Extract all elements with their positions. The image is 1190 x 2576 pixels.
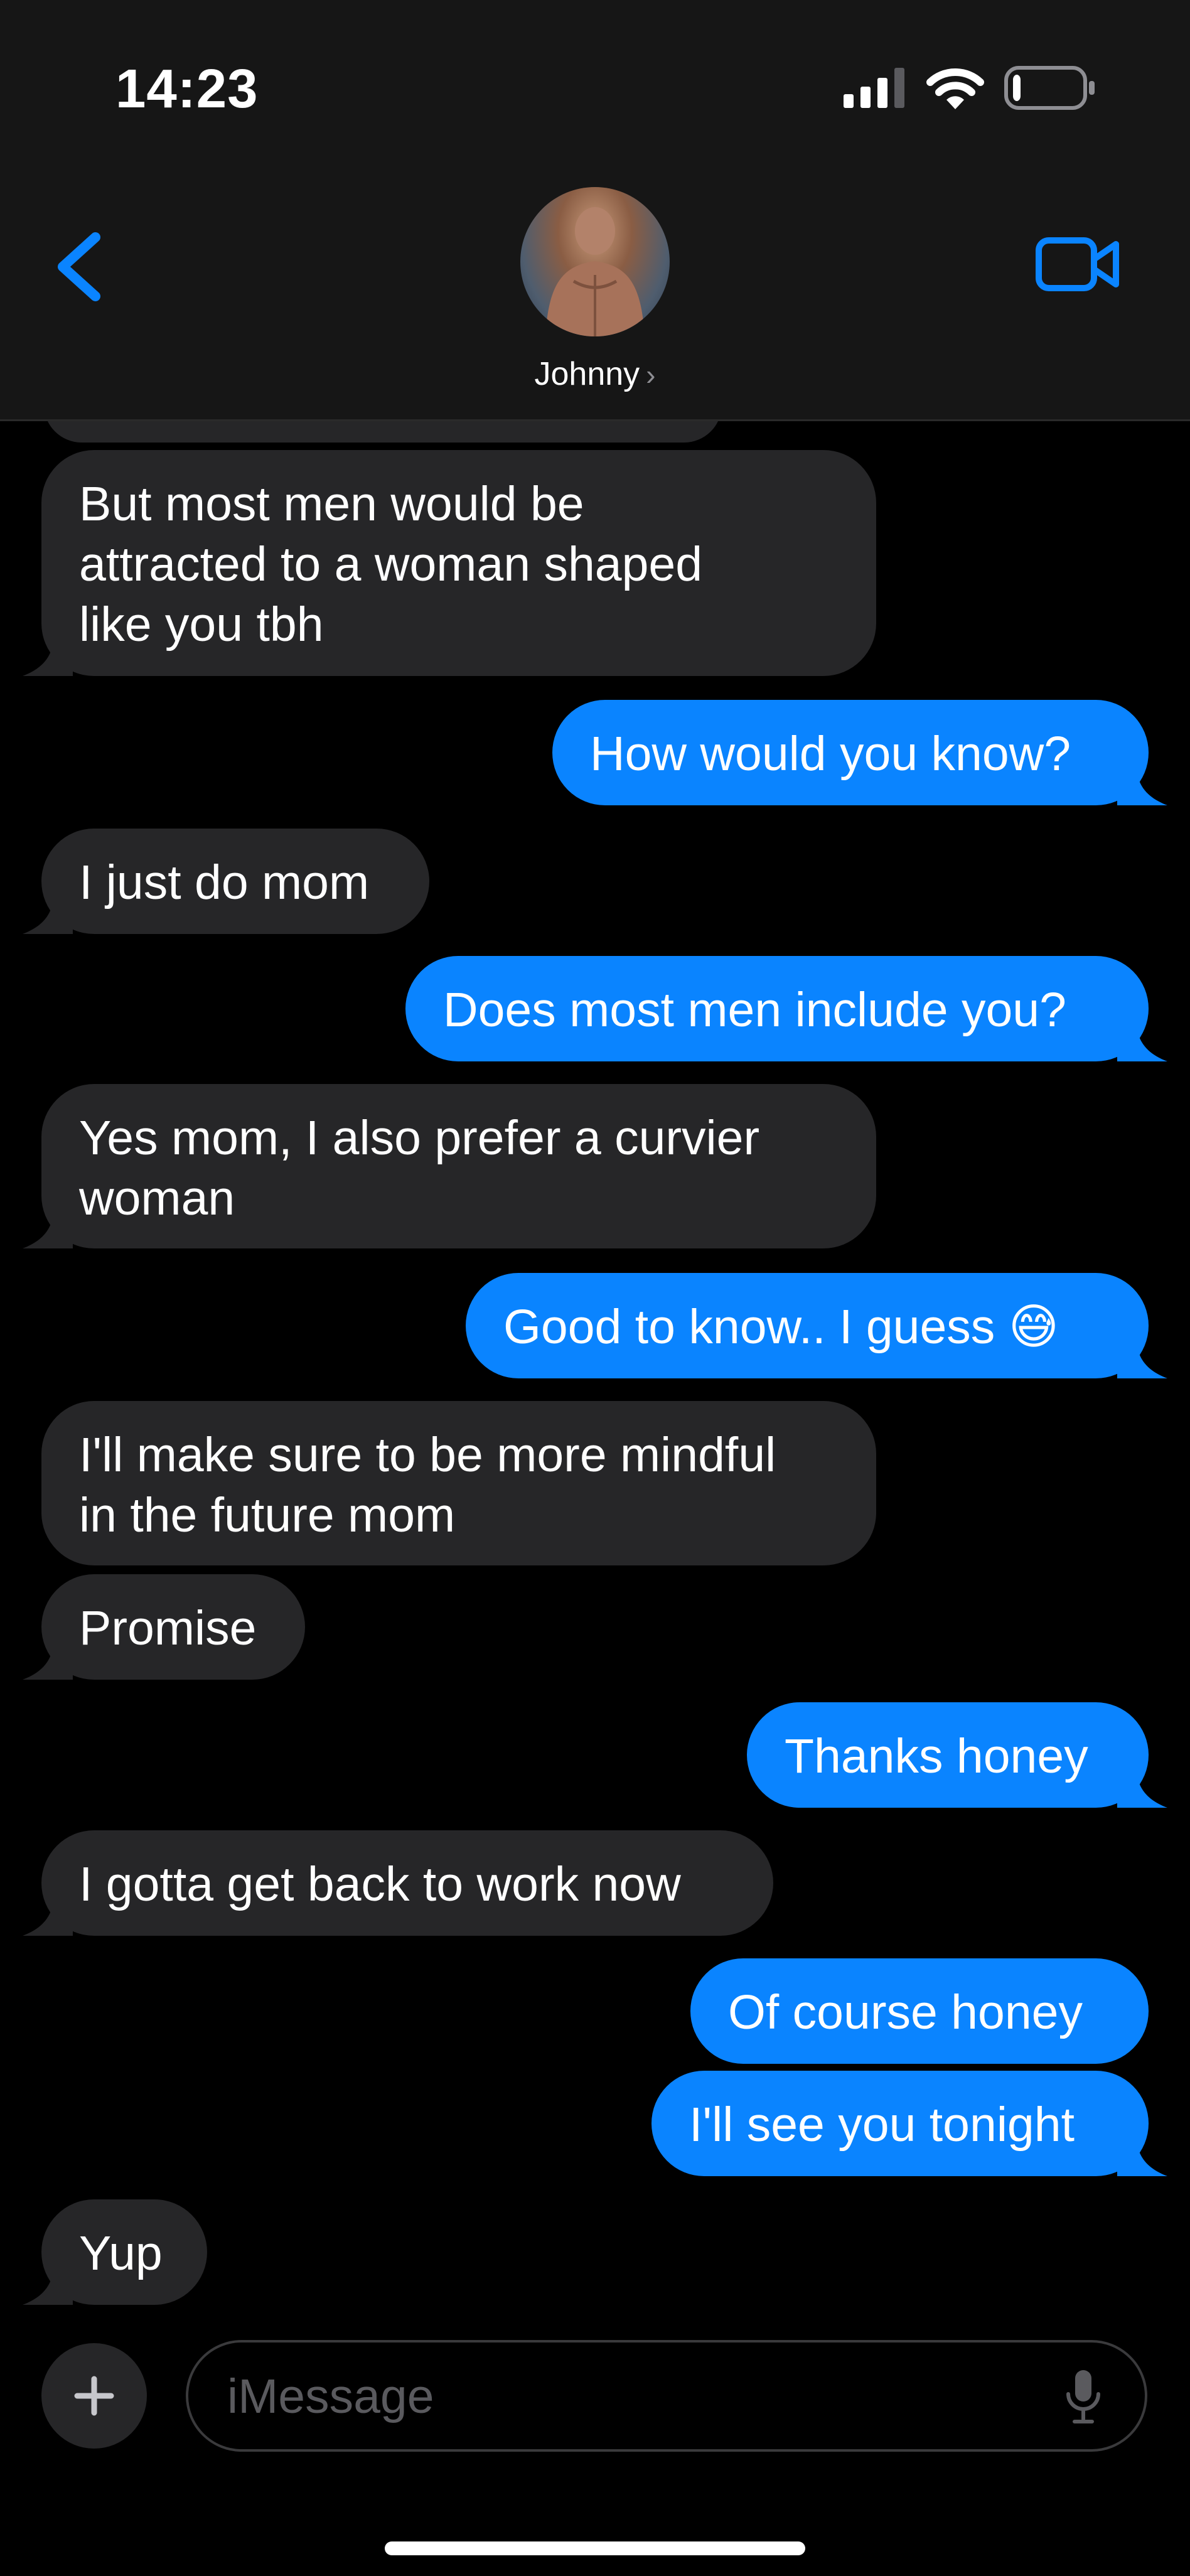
message-input[interactable] bbox=[226, 2343, 1044, 2450]
bubble-tail bbox=[1117, 1017, 1167, 1061]
bubble-tail bbox=[1117, 761, 1167, 805]
outgoing-message-bubble[interactable]: Good to know.. I guess 😅 bbox=[466, 1273, 1149, 1378]
facetime-video-icon[interactable] bbox=[1036, 235, 1121, 293]
bubble-tail bbox=[1117, 1334, 1167, 1378]
status-icons bbox=[844, 63, 1096, 113]
bubble-tail bbox=[1117, 1764, 1167, 1808]
outgoing-message-bubble[interactable]: Thanks honey bbox=[747, 1702, 1149, 1808]
outgoing-message-bubble[interactable]: Of course honey bbox=[690, 1958, 1149, 2064]
cellular-signal-icon bbox=[844, 68, 904, 108]
incoming-message-bubble[interactable]: Promise bbox=[41, 1574, 305, 1680]
incoming-message-bubble[interactable]: Yes mom, I also prefer a curvier woman bbox=[41, 1084, 876, 1248]
avatar-image bbox=[545, 207, 645, 336]
incoming-message-bubble[interactable]: I gotta get back to work now bbox=[41, 1830, 773, 1936]
battery-icon bbox=[1004, 66, 1095, 110]
outgoing-message-bubble[interactable]: Does most men include you? bbox=[405, 956, 1149, 1061]
plus-icon bbox=[74, 2376, 114, 2416]
bubble-tail bbox=[23, 632, 73, 676]
message-input-field[interactable] bbox=[186, 2340, 1147, 2452]
back-chevron-icon[interactable] bbox=[44, 226, 113, 308]
incoming-message-bubble[interactable]: But most men would be attracted to a wom… bbox=[41, 450, 876, 676]
bubble-tail bbox=[1117, 2132, 1167, 2176]
incoming-message-bubble[interactable]: I'll make sure to be more mindful in the… bbox=[41, 1401, 876, 1565]
contact-avatar[interactable] bbox=[520, 187, 670, 336]
incoming-message-bubble[interactable]: I just do mom bbox=[41, 829, 429, 934]
bubble-tail bbox=[23, 1636, 73, 1680]
bubble-tail bbox=[23, 890, 73, 934]
contact-name-label: Johnny bbox=[534, 356, 640, 392]
bubble-tail bbox=[23, 1892, 73, 1936]
microphone-icon[interactable] bbox=[1064, 2369, 1102, 2425]
conversation-header: 14:23 Johnny › bbox=[0, 0, 1190, 421]
wifi-icon bbox=[926, 68, 984, 109]
bubble-tail bbox=[23, 2261, 73, 2305]
contact-name[interactable]: Johnny › bbox=[0, 355, 1190, 393]
plus-button[interactable] bbox=[41, 2343, 147, 2449]
contact-chevron-icon: › bbox=[646, 358, 656, 391]
outgoing-message-bubble[interactable]: I'll see you tonight bbox=[651, 2071, 1149, 2176]
bubble-tail bbox=[23, 1205, 73, 1248]
home-indicator[interactable] bbox=[385, 2541, 805, 2555]
status-time: 14:23 bbox=[115, 58, 259, 119]
outgoing-message-bubble[interactable]: How would you know? bbox=[552, 700, 1149, 805]
